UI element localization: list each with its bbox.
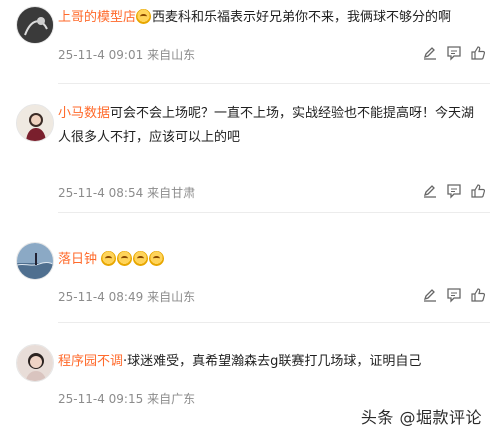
comment-item: 上哥的模型店 西麦科和乐福表示好兄弟你不来，我俩球不够分的啊 25-11-4 09… xyxy=(0,0,500,84)
comment-feed: 上哥的模型店 西麦科和乐福表示好兄弟你不来，我俩球不够分的啊 25-11-4 09… xyxy=(0,0,500,440)
edit-icon[interactable] xyxy=(422,45,438,61)
comment-location: 来自广东 xyxy=(147,392,196,406)
divider xyxy=(58,322,490,323)
like-icon[interactable] xyxy=(470,45,486,61)
comment-actions xyxy=(422,182,486,200)
comment-text-line: 程序园不调·球迷难受，真希望瀚森去g联赛打几场球，证明自己 xyxy=(58,350,486,374)
comment-icon[interactable] xyxy=(446,45,462,61)
comment-date: 25-11-4 08:54 xyxy=(58,186,144,200)
comment-date: 25-11-4 09:15 xyxy=(58,392,144,406)
like-icon[interactable] xyxy=(470,287,486,303)
edit-icon[interactable] xyxy=(422,183,438,199)
comment-location: 来自甘肃 xyxy=(147,186,196,200)
like-icon[interactable] xyxy=(470,183,486,199)
comment-meta: 25-11-4 08:54 来自甘肃 xyxy=(58,184,195,201)
emoji-icon xyxy=(101,251,117,266)
comment-text-line: 小马数据可会不会上场呢？一直不上场，实战经验也不能提高呀！今天湖人很多人不打，应… xyxy=(58,102,486,150)
emoji-icon xyxy=(117,251,133,266)
comment-meta: 25-11-4 08:49 来自山东 xyxy=(58,288,195,305)
avatar[interactable] xyxy=(16,104,54,142)
avatar[interactable] xyxy=(16,6,54,44)
comment-icon[interactable] xyxy=(446,287,462,303)
emoji-icon xyxy=(149,251,165,266)
divider xyxy=(58,83,490,84)
divider xyxy=(58,212,490,213)
emoji-icon xyxy=(133,251,149,266)
avatar[interactable] xyxy=(16,242,54,280)
comment-text: 可会不会上场呢？一直不上场，实战经验也不能提高呀！今天湖人很多人不打，应该可以上… xyxy=(58,106,475,145)
comment-text-line: 落日钟 xyxy=(58,248,486,272)
comment-item: 落日钟 25-11-4 08:49 来自山东 xyxy=(0,228,500,323)
username[interactable]: 程序园不调 xyxy=(58,354,123,369)
edit-icon[interactable] xyxy=(422,287,438,303)
watermark: 头条 @堀款评论 xyxy=(360,408,482,427)
comment-actions xyxy=(422,44,486,62)
comment-meta: 25-11-4 09:15 来自广东 xyxy=(58,390,195,407)
avatar[interactable] xyxy=(16,344,54,382)
comment-date: 25-11-4 09:01 xyxy=(58,48,144,62)
emoji-group xyxy=(101,251,165,267)
comment-location: 来自山东 xyxy=(147,48,196,62)
username[interactable]: 上哥的模型店 xyxy=(58,10,136,25)
comment-text-line: 上哥的模型店 西麦科和乐福表示好兄弟你不来，我俩球不够分的啊 xyxy=(58,6,486,30)
comment-text: ·球迷难受，真希望瀚森去g联赛打几场球，证明自己 xyxy=(123,354,422,369)
username[interactable]: 落日钟 xyxy=(58,252,97,267)
comment-text: 西麦科和乐福表示好兄弟你不来，我俩球不够分的啊 xyxy=(152,10,452,25)
username[interactable]: 小马数据 xyxy=(58,106,110,121)
emoji-icon xyxy=(136,9,152,24)
comment-meta: 25-11-4 09:01 来自山东 xyxy=(58,46,195,63)
comment-date: 25-11-4 08:49 xyxy=(58,290,144,304)
comment-actions xyxy=(422,286,486,304)
comment-item: 小马数据可会不会上场呢？一直不上场，实战经验也不能提高呀！今天湖人很多人不打，应… xyxy=(0,92,500,213)
comment-icon[interactable] xyxy=(446,183,462,199)
comment-location: 来自山东 xyxy=(147,290,196,304)
